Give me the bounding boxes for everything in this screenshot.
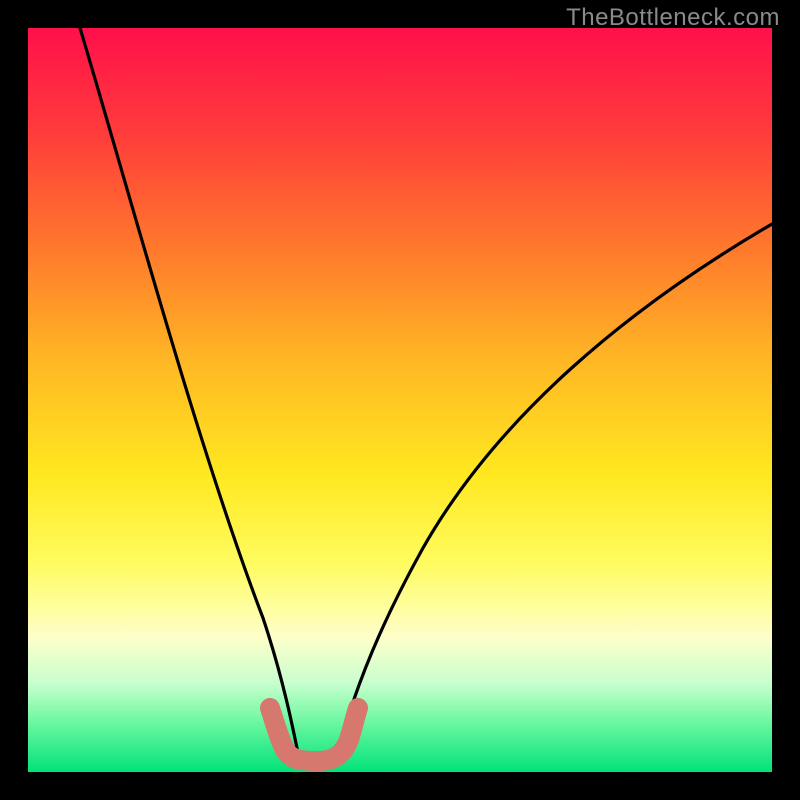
chart-area [28, 28, 772, 772]
bottleneck-curve [28, 28, 772, 772]
bottom-band [270, 708, 358, 761]
watermark-text: TheBottleneck.com [566, 4, 780, 32]
curve-left [80, 28, 300, 763]
curve-right [336, 224, 772, 763]
